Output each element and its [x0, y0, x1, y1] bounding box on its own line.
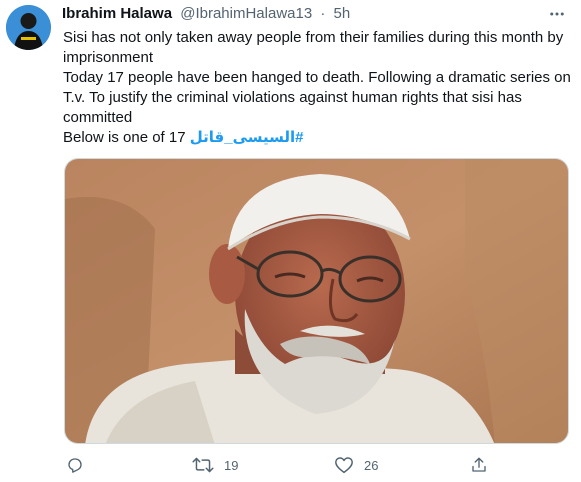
more-options-button[interactable] — [545, 2, 569, 26]
tweet-text-line: Below is one of 17 #السيسى_قاتل — [63, 128, 573, 148]
more-horizontal-icon — [550, 12, 564, 16]
tweet-text: Sisi has not only taken away people from… — [63, 28, 573, 148]
share-icon — [472, 457, 486, 472]
like-count: 26 — [364, 457, 379, 473]
reply-icon — [68, 458, 82, 473]
tweet-header: Ibrahim Halawa @IbrahimHalawa13 · 5h — [62, 5, 350, 23]
heart-icon — [335, 457, 353, 474]
like-button[interactable]: 26 — [334, 452, 378, 478]
retweet-button[interactable]: 19 — [192, 452, 238, 478]
avatar[interactable] — [6, 5, 51, 50]
tweet-text-prefix: Below is one of 17 — [63, 129, 190, 146]
hashtag-link[interactable]: #السيسى_قاتل — [190, 129, 304, 146]
tweet-text-line: Sisi has not only taken away people from… — [63, 29, 564, 66]
author-handle[interactable]: @IbrahimHalawa13 — [180, 5, 312, 22]
separator-dot: · — [320, 5, 326, 22]
share-button[interactable] — [470, 452, 488, 478]
reply-button[interactable] — [66, 452, 94, 478]
tweet-card[interactable]: Ibrahim Halawa @IbrahimHalawa13 · 5h Sis… — [0, 0, 581, 482]
tweet-timestamp[interactable]: 5h — [334, 5, 351, 22]
tweet-actions: 19 26 — [58, 452, 498, 478]
retweet-count: 19 — [224, 457, 239, 473]
author-name[interactable]: Ibrahim Halawa — [62, 5, 172, 22]
retweet-icon — [192, 457, 214, 473]
tweet-text-line: Today 17 people have been hanged to deat… — [63, 69, 571, 126]
tweet-media-image[interactable] — [64, 158, 569, 444]
profile-avatar-icon — [6, 5, 51, 50]
photo-elderly-man — [65, 159, 568, 443]
